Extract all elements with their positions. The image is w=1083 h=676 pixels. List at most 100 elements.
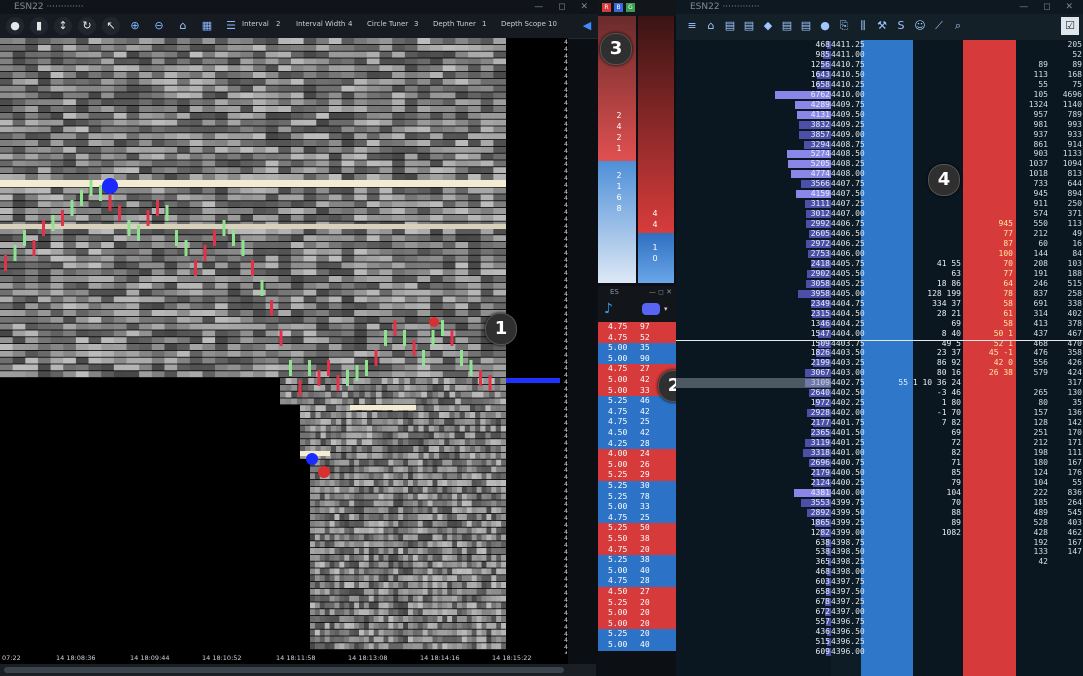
bars-icon[interactable]: ▮ <box>30 17 48 35</box>
arrows-vertical-icon[interactable]: ↕ <box>54 17 72 35</box>
dom-row[interactable]: 3318 4401.00 82 198 111 <box>676 448 1083 457</box>
tape-row[interactable]: 5.25 20 <box>598 629 676 640</box>
dom-row[interactable]: 4774 4408.00 1018 813 <box>676 169 1083 179</box>
s-icon[interactable]: S <box>893 18 909 34</box>
dom-row[interactable]: 603 4397.75 <box>676 577 1083 587</box>
dom-row[interactable]: 2179 4400.50 85 124 176 <box>676 468 1083 477</box>
dom-row[interactable]: 515 4396.25 <box>676 637 1083 646</box>
dom-row[interactable]: 3012 4407.00 574 371 <box>676 209 1083 219</box>
heatmap-chart[interactable] <box>0 38 506 654</box>
dom-row[interactable]: 4159 4407.50 945 894 <box>676 189 1083 199</box>
dom-row[interactable]: 985 4411.00 52 <box>676 50 1083 59</box>
dom-row[interactable]: 1346 4404.25 69 58 413 378 <box>676 319 1083 328</box>
dom-row[interactable]: 1282 4399.00 1082 428 462 <box>676 528 1083 537</box>
dom-row[interactable]: 3958 4405.00 128 199 78 837 258 <box>676 289 1083 298</box>
dom-row[interactable]: 5274 4408.50 903 1133 <box>676 149 1083 159</box>
color-button-green[interactable]: G <box>626 3 635 12</box>
depth-tuner-input[interactable]: 1 <box>482 20 486 28</box>
dom-row[interactable]: 3857 4409.00 937 933 <box>676 130 1083 139</box>
dom-row[interactable]: 638 4398.75 192 167 <box>676 538 1083 547</box>
interval-input[interactable]: 2 <box>276 20 280 28</box>
tape-row[interactable]: 4.75 52 <box>598 332 676 344</box>
dom-row[interactable]: 365 4398.25 42 <box>676 557 1083 567</box>
dom-row[interactable]: 2124 4400.25 79 104 55 <box>676 478 1083 487</box>
cursor-icon[interactable]: ↖ <box>102 17 120 35</box>
cube-icon[interactable]: ◆ <box>760 18 776 34</box>
tape-row[interactable]: 5.25 30 <box>598 481 676 492</box>
tape-row[interactable]: 4.75 25 <box>598 512 676 524</box>
tape-row[interactable]: 4.25 28 <box>598 438 676 450</box>
tape-row[interactable]: 5.00 40 <box>598 640 676 651</box>
dom-row[interactable]: 1256 4410.75 89 89 <box>676 60 1083 69</box>
tape-row[interactable]: 5.00 33 <box>598 502 676 513</box>
collapse-icon[interactable]: ◀ <box>578 17 596 35</box>
tooth-icon[interactable]: ⌂ <box>174 17 192 35</box>
depth-scope-input[interactable]: 10 <box>548 20 557 28</box>
color-button-blue[interactable]: B <box>614 3 623 12</box>
discord-icon[interactable] <box>642 303 660 315</box>
dom-row[interactable]: 1547 4404.00 8 40 50 1 437 467 <box>676 329 1083 338</box>
dom-row[interactable]: 2605 4406.50 77 212 49 <box>676 229 1083 239</box>
dom-row[interactable]: 658 4397.50 <box>676 587 1083 597</box>
dom-row[interactable]: 468 4411.25 205 <box>676 40 1083 49</box>
drop-icon[interactable]: ● <box>6 17 24 35</box>
tooth-icon[interactable]: ⌂ <box>703 18 719 34</box>
tape-row[interactable]: 5.25 78 <box>598 491 676 503</box>
dom-row[interactable]: 3832 4409.25 981 993 <box>676 120 1083 129</box>
grid-icon[interactable]: ▦ <box>198 17 216 35</box>
dom-row[interactable]: 2696 4400.75 71 180 167 <box>676 458 1083 467</box>
book-icon[interactable]: ▤ <box>741 18 757 34</box>
zoom-out-icon[interactable]: ⊖ <box>150 17 168 35</box>
dom-row[interactable]: 2315 4404.50 28 21 61 314 402 <box>676 309 1083 318</box>
ladder-icon[interactable]: ≡ <box>684 18 700 34</box>
horizontal-scrollbar[interactable] <box>0 664 596 676</box>
dom-row[interactable]: 2902 4405.50 63 77 191 188 <box>676 269 1083 278</box>
tape-row[interactable]: 5.00 20 <box>598 618 676 630</box>
tape-row[interactable]: 4.75 25 <box>598 417 676 428</box>
dom-row[interactable]: 4381 4400.00 104 222 836 <box>676 488 1083 497</box>
color-button-red[interactable]: R <box>602 3 611 12</box>
dom-row[interactable]: 436 4396.50 <box>676 627 1083 637</box>
dom-row[interactable]: 672 4397.00 <box>676 607 1083 617</box>
chart-line-icon[interactable]: ⟋ <box>931 18 947 34</box>
copy-icon[interactable]: ⎘ <box>836 18 852 34</box>
dom-row[interactable]: 2992 4406.75 945 550 113 <box>676 219 1083 229</box>
dom-row[interactable]: 2199 4403.25 86 92 42 0 556 426 <box>676 358 1083 368</box>
tape-row[interactable]: 4.50 27 <box>598 587 676 598</box>
dom-row[interactable]: 6762 4410.00 105 4696 <box>676 90 1083 99</box>
dropdown-icon[interactable]: ▾ <box>664 305 668 313</box>
dom-row[interactable]: 2349 4404.75 334 37 58 691 338 <box>676 299 1083 308</box>
dom-row[interactable]: 1972 4402.25 1 80 80 35 <box>676 398 1083 408</box>
dom-row[interactable]: 1643 4410.50 113 168 <box>676 70 1083 79</box>
dom-row[interactable]: 2640 4402.50 -3 46 265 130 <box>676 388 1083 398</box>
layers-icon[interactable]: ☰ <box>222 17 240 35</box>
dom-row[interactable]: 2418 4405.75 41 55 70 208 103 <box>676 259 1083 268</box>
dom-ladder[interactable]: 468 4411.25 205 985 4411.00 52 1256 4410.75 89 89… <box>676 40 1083 676</box>
tape-row[interactable]: 5.50 38 <box>598 534 676 545</box>
zoom-in-icon[interactable]: ⊕ <box>126 17 144 35</box>
dom-row[interactable]: 4131 4409.50 957 789 <box>676 110 1083 119</box>
dom-row[interactable]: 468 4398.00 <box>676 567 1083 577</box>
tape-row[interactable]: 5.25 38 <box>598 555 676 566</box>
book-icon[interactable]: ▤ <box>779 18 795 34</box>
dom-row[interactable]: 3294 4408.75 861 914 <box>676 140 1083 149</box>
tape-row[interactable]: 4.00 24 <box>598 449 676 460</box>
tape-row[interactable]: 4.75 97 <box>598 322 676 333</box>
window-controls[interactable]: — ◻ ✕ <box>534 0 594 14</box>
dom-row[interactable]: 3119 4401.25 72 212 171 <box>676 438 1083 447</box>
dom-row[interactable]: 3067 4403.00 80 16 26 38 579 424 <box>676 368 1083 378</box>
dom-row[interactable]: 3553 4399.75 70 185 264 <box>676 498 1083 507</box>
columns-icon[interactable]: ⫼ <box>855 18 871 34</box>
dom-row[interactable]: 3111 4407.25 911 250 <box>676 199 1083 209</box>
tape-row[interactable]: 5.00 20 <box>598 608 676 619</box>
tape-row[interactable]: 4.50 42 <box>598 428 676 439</box>
tape-row[interactable]: 5.00 90 <box>598 353 676 365</box>
tape-row[interactable]: 5.25 50 <box>598 523 676 534</box>
book-icon[interactable]: ▤ <box>798 18 814 34</box>
tape-window-controls[interactable]: — ◻ ✕ <box>649 286 672 298</box>
dom-row[interactable]: 5205 4408.25 1037 1094 <box>676 159 1083 169</box>
dom-row[interactable]: 1826 4403.50 23 37 45 -1 476 358 <box>676 348 1083 358</box>
wrench-icon[interactable]: ⚒ <box>874 18 890 34</box>
dom-row[interactable]: 3566 4407.75 733 644 <box>676 179 1083 189</box>
dom-row[interactable]: 1865 4399.25 89 528 403 <box>676 518 1083 527</box>
